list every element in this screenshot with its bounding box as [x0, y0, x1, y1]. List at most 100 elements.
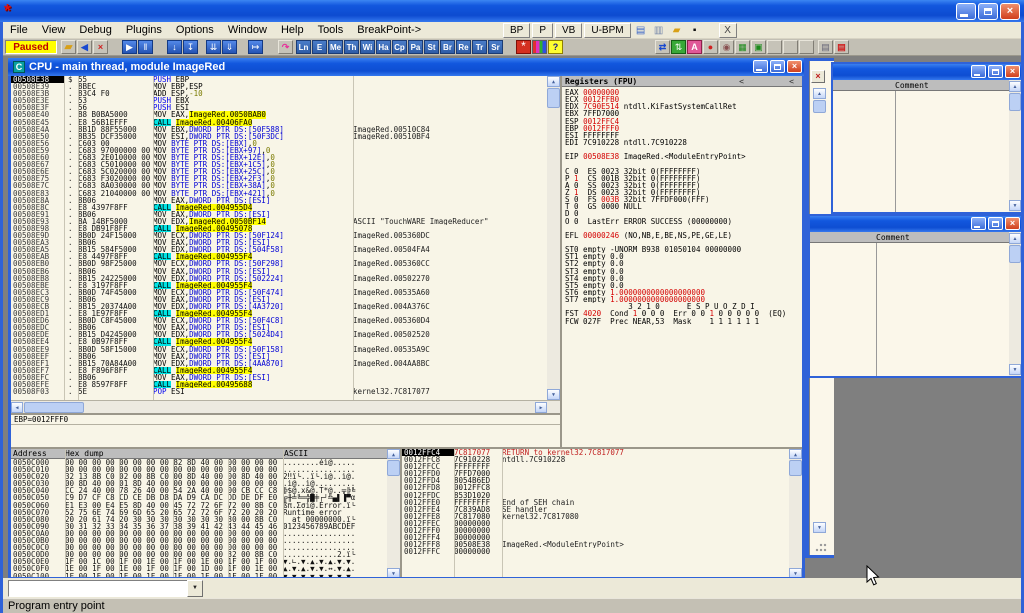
swap-panes-button[interactable]: ⇄: [655, 40, 670, 54]
scroll-down-icon[interactable]: ▼: [1009, 200, 1021, 211]
help-button[interactable]: ?: [548, 40, 563, 54]
disasm-row[interactable]: 00508EE9.8B0D 58F15000MOV ECX,DWORD PTR …: [11, 346, 547, 353]
back-scroll-thumb[interactable]: [813, 100, 826, 113]
disasm-row[interactable]: 00508EEF.8B06MOV EAX,DWORD PTR DS:[ESI]: [11, 353, 547, 360]
disasm-row[interactable]: 00508E39.8BECMOV EBP,ESP: [11, 83, 547, 90]
register-row[interactable]: ST3 empty 0.0: [562, 268, 802, 275]
menu-item-window[interactable]: Window: [221, 23, 274, 37]
scroll-right-icon[interactable]: ▶: [535, 402, 547, 413]
stack-vscrollbar[interactable]: ▲ ▼: [789, 449, 802, 577]
log-window-button[interactable]: Ln: [296, 40, 311, 54]
register-row[interactable]: EFL 00000246 (NO,NB,E,BE,NS,PE,GE,LE): [562, 232, 802, 239]
dump-row[interactable]: 0050C050C9 D7 CF C8 CD CE DB D8 DA D9 CA…: [11, 494, 400, 501]
scroll-up-icon[interactable]: ▲: [1009, 81, 1021, 92]
updown-scroll-button[interactable]: ⇅: [671, 40, 686, 54]
disasm-row[interactable]: 00508EE4.E8 0B97F8FFCALL ImageRed.004955…: [11, 338, 547, 345]
column-separator[interactable]: [502, 449, 503, 577]
dump-row[interactable]: 0050C0F01E 00 1F 00 1E 00 1F 00 1F 00 1D…: [11, 565, 400, 572]
win-b-restore-button[interactable]: [988, 217, 1003, 230]
register-row[interactable]: 3 2 1 0 E S P U O Z D I: [562, 303, 802, 310]
assemble-button[interactable]: A: [687, 40, 702, 54]
disasm-hscrollbar[interactable]: ◀ ▶: [11, 400, 560, 413]
disasm-row[interactable]: 00508E56.C603 00MOV BYTE PTR DS:[EBX],0: [11, 140, 547, 147]
dump-row[interactable]: 0050C0A000 00 00 00 00 00 00 00 00 00 00…: [11, 530, 400, 537]
trace-over-button[interactable]: ⇓: [222, 40, 237, 54]
run-button[interactable]: ▶: [122, 40, 137, 54]
win-a-minimize-button[interactable]: [971, 65, 986, 78]
menu-button-p[interactable]: P: [532, 23, 553, 38]
win-a-close-button[interactable]: ×: [1005, 65, 1020, 78]
stack-row[interactable]: 0012FFDC853D1020: [402, 492, 802, 499]
register-row[interactable]: EDI 7C910228 ntdll.7C910228: [562, 139, 802, 146]
register-row[interactable]: Z 1 DS 0023 32bit 0(FFFFFFFF): [562, 189, 802, 196]
disasm-row[interactable]: 00508E45.E8 56B1EFFFCALL ImageRed.00406F…: [11, 119, 547, 126]
column-separator[interactable]: [353, 76, 354, 400]
disasm-row[interactable]: 00508E38$55PUSH EBP: [11, 76, 547, 83]
menu-item-breakpoint[interactable]: BreakPoint->: [350, 23, 428, 37]
go-to-address-button[interactable]: ↷: [278, 40, 293, 54]
disasm-row[interactable]: 00508EFE.E8 8597F8FFCALL ImageRed.004956…: [11, 381, 547, 388]
menu-item-tools[interactable]: Tools: [311, 23, 351, 37]
pause-status[interactable]: Paused: [5, 40, 57, 54]
disasm-row[interactable]: 00508E59.C683 97000000 00MOV BYTE PTR DS…: [11, 147, 547, 154]
column-separator[interactable]: [65, 449, 66, 577]
comment-window-bottom-content[interactable]: [810, 243, 1009, 376]
register-row[interactable]: FCW 027F Prec NEAR,53 Mask 1 1 1 1 1 1: [562, 318, 802, 325]
disasm-row[interactable]: 00508EB0.8B0D 98F25000MOV ECX,DWORD PTR …: [11, 260, 547, 267]
menu-item-help[interactable]: Help: [274, 23, 311, 37]
register-row[interactable]: ST5 empty 0.0: [562, 282, 802, 289]
close-program-button[interactable]: ×: [93, 40, 108, 54]
register-row[interactable]: EAX 00000000: [562, 89, 802, 96]
cpu-window-button[interactable]: Cp: [392, 40, 407, 54]
stack-pane[interactable]: 0012FFC47C817077RETURN to kernel32.7C817…: [400, 447, 802, 577]
register-row[interactable]: EBP 0012FFF0: [562, 125, 802, 132]
back-scroll-down-icon[interactable]: ▼: [813, 522, 826, 533]
menu-item-view[interactable]: View: [35, 23, 73, 37]
options-gear-button[interactable]: *: [516, 40, 531, 54]
scroll-thumb[interactable]: [24, 402, 84, 413]
register-row[interactable]: [562, 239, 802, 246]
stack-row[interactable]: 0012FFD80012FFC8: [402, 484, 802, 491]
info-pane[interactable]: EBP=0012FFF0: [11, 413, 560, 447]
dump-row[interactable]: 0050C09030 31 32 33 34 35 36 37 38 39 41…: [11, 523, 400, 530]
scroll-down-icon[interactable]: ▼: [1009, 364, 1021, 375]
dump-row[interactable]: 0050C01000 00 00 00 00 00 00 00 00 00 00…: [11, 466, 400, 473]
scroll-up-icon[interactable]: ▲: [547, 76, 560, 87]
dump-row[interactable]: 0050C1001F 00 1F 00 1F 00 1F 00 1F 00 1F…: [11, 573, 400, 578]
register-row[interactable]: O 0 LastErr ERROR_SUCCESS (00000000): [562, 218, 802, 225]
scroll-thumb[interactable]: [789, 460, 802, 476]
memory-window-button[interactable]: Me: [328, 40, 343, 54]
register-row[interactable]: FST 4020 Cond 1 0 0 0 Err 0 0 1 0 0 0 0 …: [562, 310, 802, 317]
disasm-row[interactable]: 00508E93.BA 14BF5000MOV EDX,ImageRed.005…: [11, 218, 547, 225]
register-row[interactable]: T 0 GS 0000 NULL: [562, 203, 802, 210]
menu-button-vb[interactable]: VB: [555, 23, 582, 38]
handles-window-button[interactable]: Ha: [376, 40, 391, 54]
run-trace-window-button[interactable]: Tr: [472, 40, 487, 54]
register-row[interactable]: ESP 0012FFC4: [562, 118, 802, 125]
disasm-row[interactable]: 00508EDC.8B06MOV EAX,DWORD PTR DS:[ESI]: [11, 324, 547, 331]
win-a-restore-button[interactable]: [988, 65, 1003, 78]
column-separator[interactable]: [895, 91, 896, 212]
register-row[interactable]: [562, 160, 802, 167]
register-row[interactable]: [562, 146, 802, 153]
disasm-row[interactable]: 00508ED6.8B0D C8F45000MOV ECX,DWORD PTR …: [11, 317, 547, 324]
stack-row[interactable]: 0012FFF000000000: [402, 527, 802, 534]
stack-row[interactable]: 0012FFF400000000: [402, 534, 802, 541]
disasm-row[interactable]: 00508E3E.53PUSH EBX: [11, 97, 547, 104]
column-separator[interactable]: [153, 76, 154, 400]
register-row[interactable]: ECX 0012FFB0: [562, 96, 802, 103]
dump-row[interactable]: 0050C0E01F 00 1C 00 1F 00 1E 00 1F 00 1E…: [11, 558, 400, 565]
disasm-row[interactable]: 00508E83.C683 21040000 00MOV BYTE PTR DS…: [11, 190, 547, 197]
disasm-row[interactable]: 00508EC9.8B06MOV EAX,DWORD PTR DS:[ESI]: [11, 296, 547, 303]
disasm-row[interactable]: 00508EB8.8B15 24225000MOV EDX,DWORD PTR …: [11, 275, 547, 282]
menu-item-file[interactable]: File: [3, 23, 35, 37]
spiral-button[interactable]: ◉: [719, 40, 734, 54]
main-titlebar[interactable]: * ×: [0, 0, 1024, 22]
back-scroll-up-icon[interactable]: ▲: [813, 88, 826, 99]
disasm-row[interactable]: 00508E3F.56PUSH ESI: [11, 104, 547, 111]
comment-window-top-content[interactable]: [833, 91, 1009, 212]
register-row[interactable]: ST0 empty -UNORM B938 01050104 00000000: [562, 246, 802, 253]
stack-row[interactable]: 0012FFC87C910228ntdll.7C910228: [402, 456, 802, 463]
disasm-row[interactable]: 00508E8A.8B06MOV EAX,DWORD PTR DS:[ESI]: [11, 197, 547, 204]
cpu-restore-button[interactable]: [770, 60, 785, 73]
